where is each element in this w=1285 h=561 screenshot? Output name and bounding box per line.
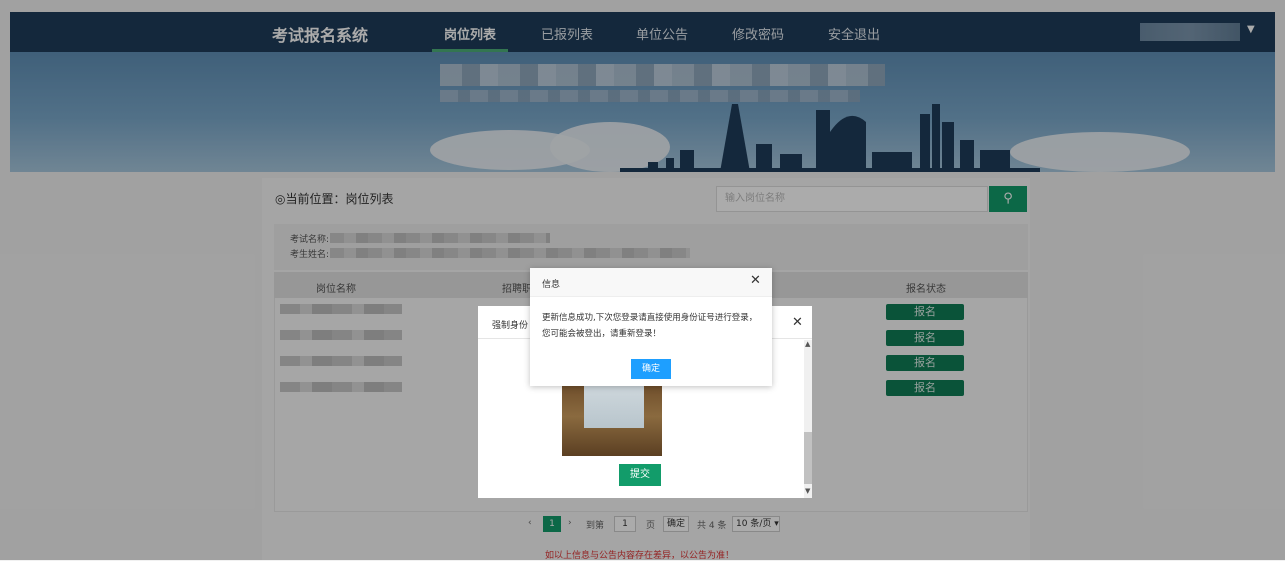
ok-button[interactable]: 确定 (631, 359, 671, 379)
scrollbar[interactable]: ▲ ▼ (804, 340, 812, 498)
scroll-thumb[interactable] (804, 432, 812, 484)
photo-blurred (584, 384, 644, 428)
info-dialog: 信息 ✕ 更新信息成功,下次您登录请直接使用身份证号进行登录，您可能会被登出，请… (530, 268, 772, 386)
info-dialog-message: 更新信息成功,下次您登录请直接使用身份证号进行登录，您可能会被登出，请重新登录！ (542, 313, 758, 339)
close-icon[interactable]: ✕ (750, 273, 761, 288)
submit-button[interactable]: 提交 (619, 464, 661, 486)
scroll-down-icon[interactable]: ▼ (805, 487, 810, 495)
identity-dialog-title: 强制身份 (492, 321, 529, 331)
info-dialog-title: 信息 (542, 280, 561, 290)
scroll-up-icon[interactable]: ▲ (805, 340, 810, 348)
id-photo (562, 384, 662, 456)
close-icon[interactable]: ✕ (792, 315, 803, 330)
page: 考试报名系统 岗位列表 已报列表 单位公告 修改密码 安全退出 ▼ ◎当前位置：… (0, 0, 1285, 561)
info-dialog-header: 信息 ✕ (530, 268, 772, 297)
